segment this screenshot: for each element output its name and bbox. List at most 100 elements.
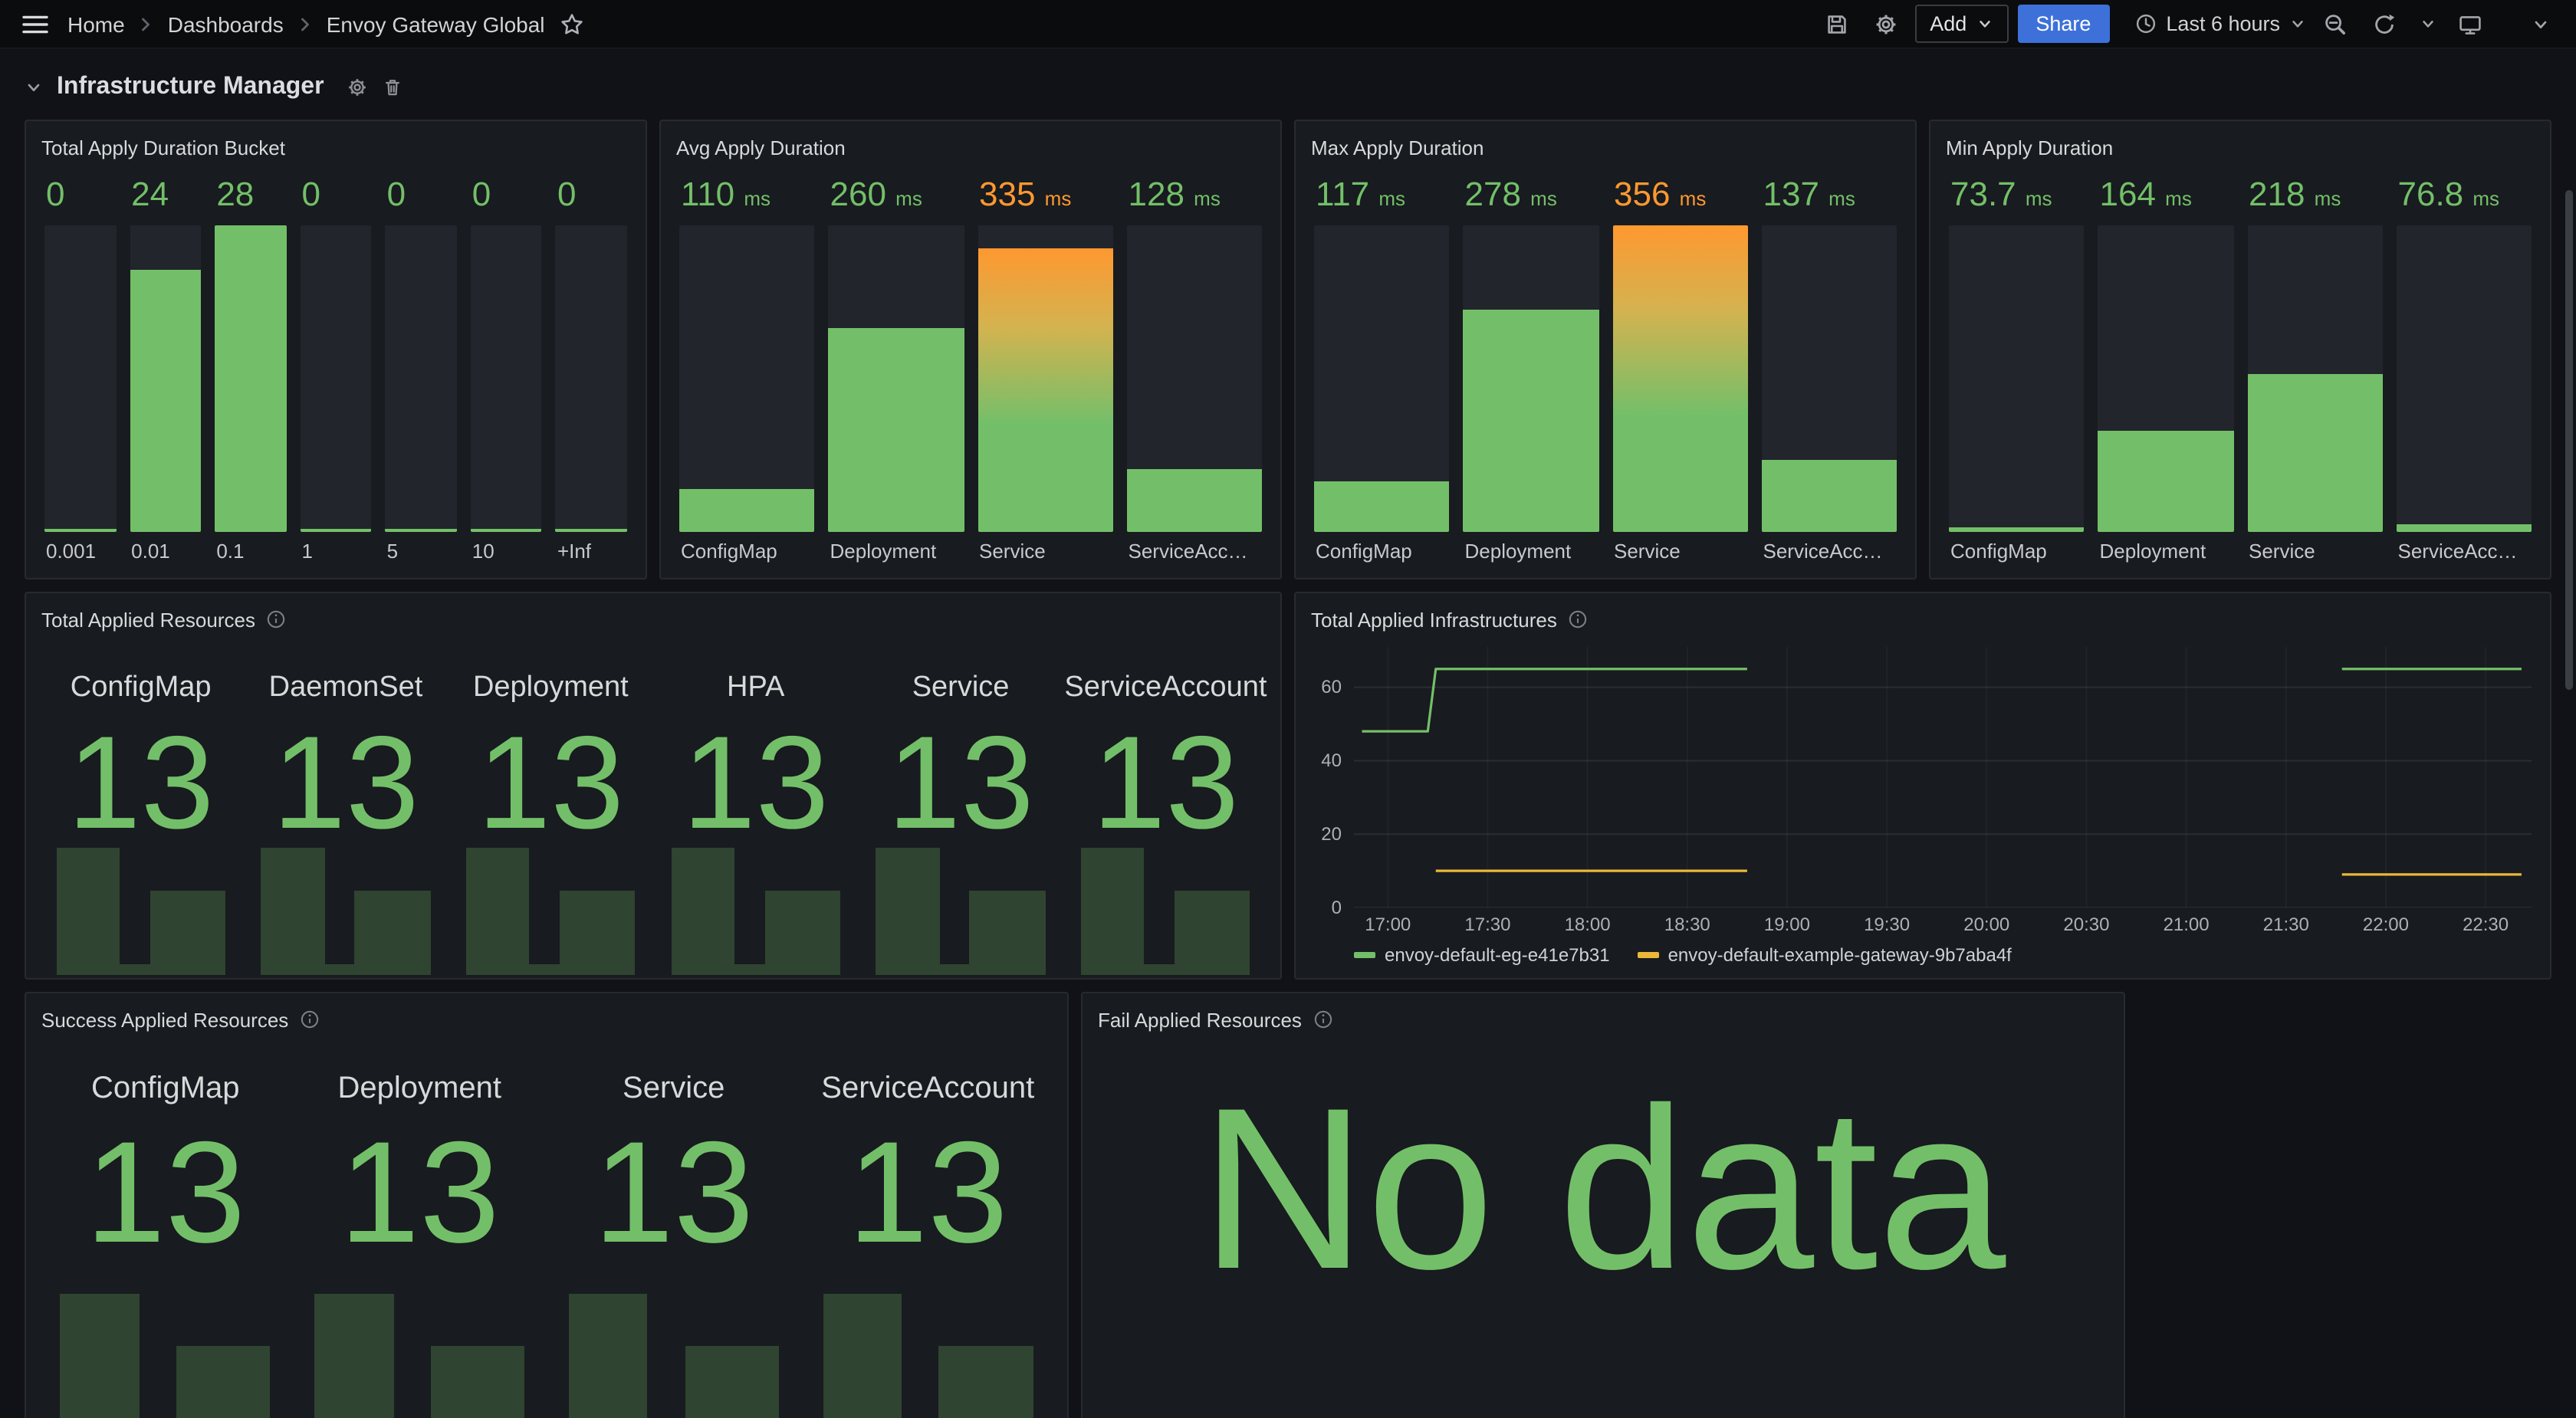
x-tick-label: 21:00 xyxy=(2164,914,2210,935)
bar-track xyxy=(471,225,542,532)
favorite-star-button[interactable] xyxy=(556,4,590,44)
stat-cell: ConfigMap13 xyxy=(38,1035,293,1418)
bar-category-label: ServiceAcc… xyxy=(1762,532,1898,566)
x-tick-label: 18:00 xyxy=(1565,914,1611,935)
grafana-dashboard: Home Dashboards Envoy Gateway Global Add xyxy=(0,0,2576,1418)
panel-title[interactable]: Total Apply Duration Bucket xyxy=(41,136,285,159)
panel-title[interactable]: Total Applied Resources xyxy=(41,608,255,631)
refresh-interval-dropdown[interactable] xyxy=(2413,4,2441,44)
gear-icon xyxy=(1873,11,1898,36)
legend-color-mark xyxy=(1638,952,1659,958)
row-delete-button[interactable] xyxy=(383,77,404,98)
legend-label: envoy-default-example-gateway-9b7aba4f xyxy=(1668,944,2012,966)
row-settings-button[interactable] xyxy=(347,77,369,98)
chevron-right-icon xyxy=(136,13,157,34)
dashboard-settings-button[interactable] xyxy=(1865,4,1905,44)
vertical-scrollbar[interactable] xyxy=(2565,190,2573,690)
panel-title[interactable]: Min Apply Duration xyxy=(1946,136,2113,159)
row-collapse-button[interactable] xyxy=(25,78,43,97)
row-header-infrastructure-manager: Infrastructure Manager xyxy=(25,74,2551,101)
sparkline-segment xyxy=(939,965,969,975)
bar-category-label: 0.1 xyxy=(215,532,286,566)
collapse-nav-button[interactable] xyxy=(2521,4,2561,44)
bar-track xyxy=(829,225,964,532)
no-data-message: No data xyxy=(1201,1056,2006,1321)
stat-label: HPA xyxy=(727,671,784,705)
panel-title[interactable]: Success Applied Resources xyxy=(41,1008,288,1031)
trash-icon xyxy=(383,77,404,98)
stat-cell: Service13 xyxy=(547,1035,801,1418)
chevron-down-icon xyxy=(2532,15,2550,33)
add-button-label: Add xyxy=(1930,12,1967,35)
info-icon[interactable] xyxy=(299,1009,320,1030)
stat-value: 13 xyxy=(887,717,1033,852)
x-tick-label: 17:00 xyxy=(1365,914,1411,935)
bar-fill xyxy=(829,328,964,532)
monitor-icon xyxy=(2458,11,2482,36)
refresh-button[interactable] xyxy=(2364,4,2404,44)
info-icon[interactable] xyxy=(266,609,288,630)
kiosk-mode-button[interactable] xyxy=(2450,4,2490,44)
panel-fail-applied-resources: Fail Applied Resources No data xyxy=(1081,992,2125,1418)
panel-title[interactable]: Avg Apply Duration xyxy=(676,136,846,159)
legend-item[interactable]: envoy-default-example-gateway-9b7aba4f xyxy=(1638,944,2012,966)
stat-value: 13 xyxy=(682,717,829,852)
y-tick-label: 60 xyxy=(1321,677,1342,698)
chevron-right-icon xyxy=(294,13,316,34)
bar-category-label: ConfigMap xyxy=(1949,532,2085,566)
breadcrumb-dashboards[interactable]: Dashboards xyxy=(168,11,284,36)
y-tick-label: 0 xyxy=(1332,897,1342,918)
breadcrumb: Home Dashboards Envoy Gateway Global xyxy=(67,4,590,44)
bar-category-label: 10 xyxy=(471,532,542,566)
panel-max-apply-duration: Max Apply Duration 117 msConfigMap278 ms… xyxy=(1294,120,1917,579)
panel-title[interactable]: Fail Applied Resources xyxy=(1098,1008,1302,1031)
panel-total-apply-duration-bucket: Total Apply Duration Bucket 00.001240.01… xyxy=(25,120,647,579)
stat-label: ConfigMap xyxy=(71,671,212,705)
bar-column: 128 msServiceAcc… xyxy=(1127,175,1263,566)
panel-title[interactable]: Total Applied Infrastructures xyxy=(1311,608,1557,631)
save-dashboard-button[interactable] xyxy=(1816,4,1856,44)
x-tick-label: 22:00 xyxy=(2363,914,2409,935)
legend-label: envoy-default-eg-e41e7b31 xyxy=(1385,944,1610,966)
bar-column: 164 msDeployment xyxy=(2098,175,2234,566)
bar-fill xyxy=(556,529,627,532)
info-icon[interactable] xyxy=(1313,1009,1334,1030)
bar-column: 356 msService xyxy=(1612,175,1748,566)
bar-value: 128 ms xyxy=(1127,175,1263,218)
time-range-picker[interactable]: Last 6 hours xyxy=(2134,5,2306,43)
menu-toggle-button[interactable] xyxy=(15,4,55,44)
bar-value: 76.8 ms xyxy=(2397,175,2532,218)
sparkline-segment xyxy=(324,965,354,975)
bar-category-label: 5 xyxy=(386,532,457,566)
panel-total-applied-infrastructures: Total Applied Infrastructures 0204060 17… xyxy=(1294,592,2551,980)
legend-color-mark xyxy=(1354,952,1375,958)
bar-track xyxy=(1464,225,1599,532)
bar-value: 0 xyxy=(44,175,116,218)
bar-category-label: +Inf xyxy=(556,532,627,566)
bar-value: 73.7 ms xyxy=(1949,175,2085,218)
row-title[interactable]: Infrastructure Manager xyxy=(57,74,324,101)
sparkline-segment xyxy=(823,1294,902,1418)
panel-success-applied-resources: Success Applied Resources ConfigMap13Dep… xyxy=(25,992,1069,1418)
bar-fill xyxy=(1762,460,1898,532)
sparkline-segment xyxy=(120,965,150,975)
chevron-down-icon xyxy=(25,78,43,97)
breadcrumb-home[interactable]: Home xyxy=(67,11,125,36)
bar-fill xyxy=(978,248,1113,532)
add-button[interactable]: Add xyxy=(1914,5,2008,43)
panel-title[interactable]: Max Apply Duration xyxy=(1311,136,1484,159)
stat-value: 13 xyxy=(478,717,624,852)
bar-value: 335 ms xyxy=(978,175,1113,218)
bar-value: 278 ms xyxy=(1464,175,1599,218)
legend-item[interactable]: envoy-default-eg-e41e7b31 xyxy=(1354,944,1610,966)
share-button[interactable]: Share xyxy=(2017,5,2109,43)
info-icon[interactable] xyxy=(1568,609,1589,630)
bar-category-label: 0.01 xyxy=(130,532,201,566)
sparkline-segment xyxy=(1081,848,1145,975)
sparkline-segment xyxy=(150,891,225,975)
stat-value: 13 xyxy=(848,1119,1008,1266)
bar-gauge-chart: 110 msConfigMap260 msDeployment335 msSer… xyxy=(661,162,1280,578)
bar-value: 218 ms xyxy=(2247,175,2383,218)
x-tick-label: 21:30 xyxy=(2263,914,2309,935)
zoom-out-time-button[interactable] xyxy=(2315,4,2355,44)
